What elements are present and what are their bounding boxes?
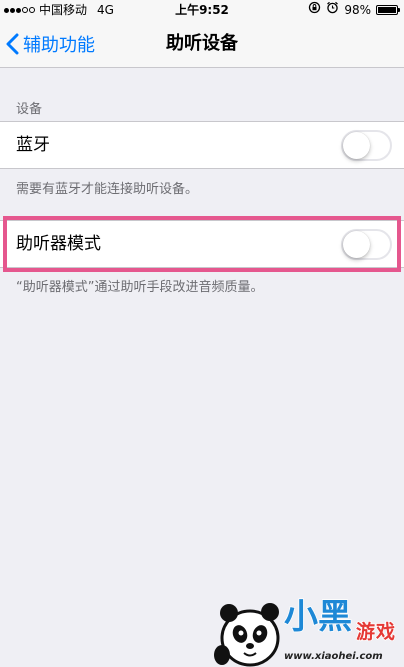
svg-text:游: 游 <box>356 620 375 643</box>
bluetooth-cell: 蓝牙 <box>0 121 404 169</box>
status-right: 98% <box>308 0 400 20</box>
alarm-icon <box>326 0 339 20</box>
battery-percent: 98% <box>344 3 371 17</box>
hearing-aid-mode-cell: 助听器模式 <box>0 220 404 268</box>
toggle-knob <box>343 231 370 258</box>
hearing-aid-mode-toggle[interactable] <box>341 229 392 260</box>
svg-text:www.xiaohei.com: www.xiaohei.com <box>284 651 383 662</box>
watermark-logo: 小 黑 游 戏 www.xiaohei.com <box>214 596 396 667</box>
svg-text:戏: 戏 <box>375 621 395 643</box>
hearing-aid-mode-footer: “助听器模式”通过助听手段改进音频质量。 <box>16 280 264 295</box>
navigation-bar: 辅助功能 助听设备 <box>0 20 404 68</box>
panda-mascot-icon <box>214 603 280 667</box>
rotation-lock-icon <box>308 0 321 20</box>
battery-icon <box>376 5 400 15</box>
hearing-aid-mode-label: 助听器模式 <box>16 234 101 254</box>
devices-section-footer: 需要有蓝牙才能连接助听设备。 <box>16 182 199 197</box>
devices-section-header: 设备 <box>16 102 43 117</box>
bluetooth-toggle[interactable] <box>341 130 392 161</box>
status-bar: 中国移动 4G 上午9:52 98% <box>0 0 404 20</box>
toggle-knob <box>343 132 370 159</box>
svg-text:小: 小 <box>284 597 318 637</box>
bluetooth-label: 蓝牙 <box>16 135 50 155</box>
page-title: 助听设备 <box>166 33 238 54</box>
svg-text:黑: 黑 <box>318 597 352 637</box>
